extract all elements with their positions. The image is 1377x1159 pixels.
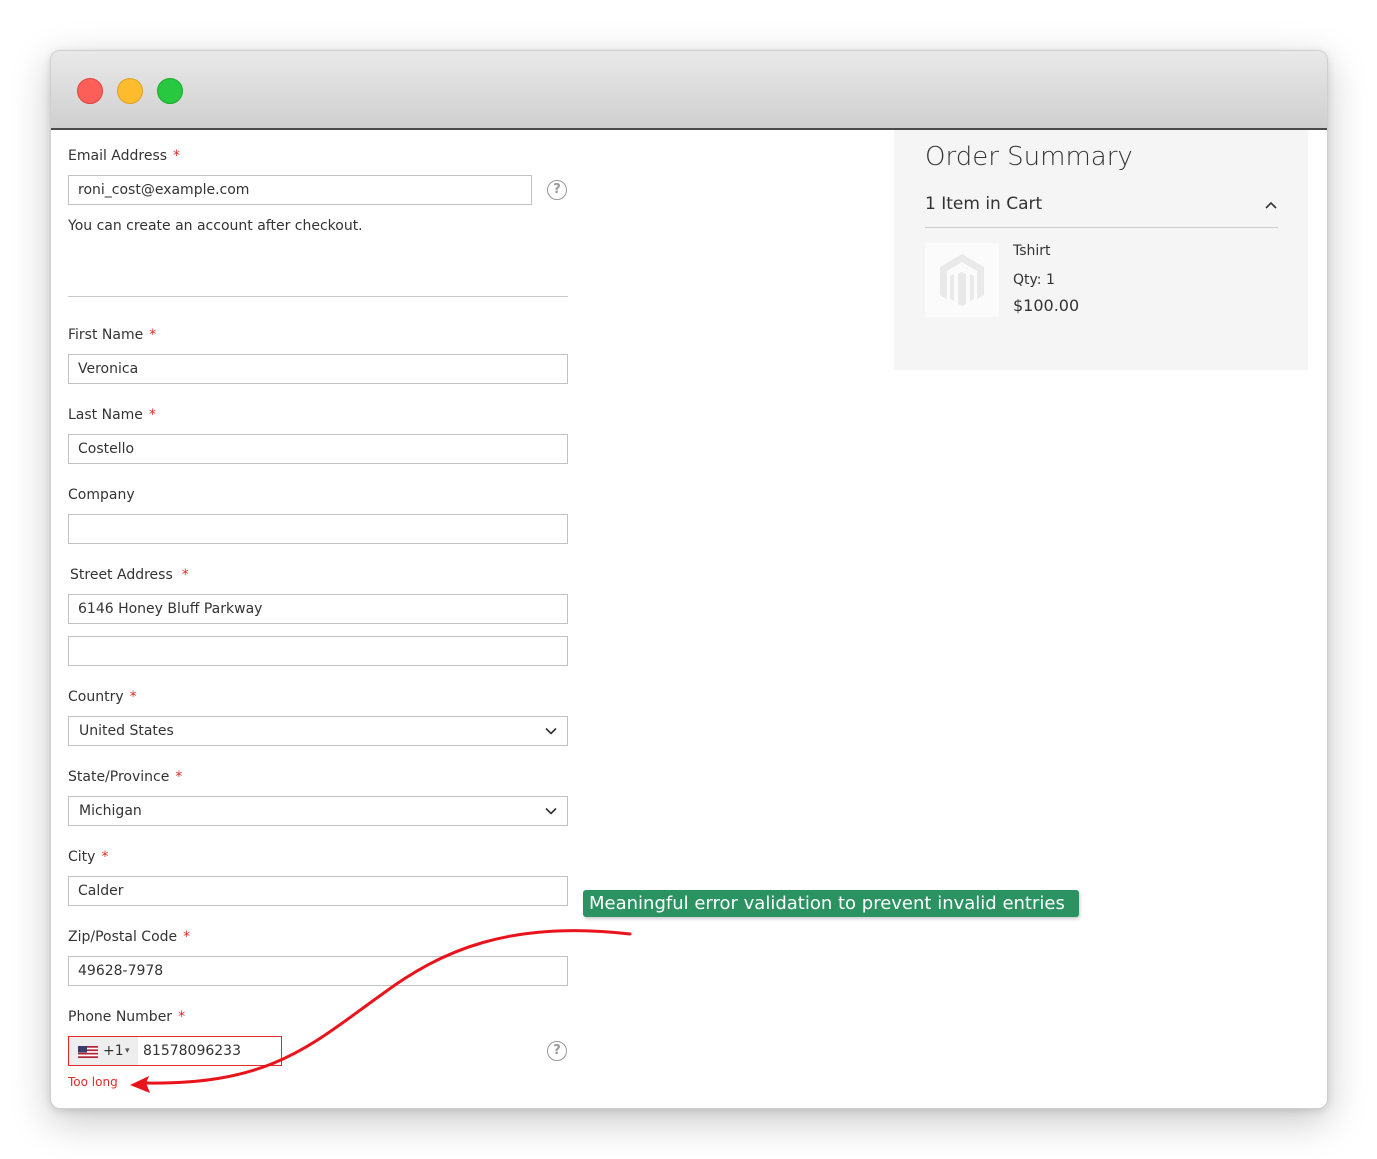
minimize-window-button[interactable]: [117, 78, 143, 104]
annotation-arrow: [130, 929, 632, 1093]
checkout-page: Email Address * roni_cost@example.com ? Y…: [51, 130, 1327, 1108]
maximize-window-button[interactable]: [157, 78, 183, 104]
title-bar: [51, 51, 1327, 130]
browser-window: Email Address * roni_cost@example.com ? Y…: [50, 50, 1328, 1109]
close-window-button[interactable]: [77, 78, 103, 104]
